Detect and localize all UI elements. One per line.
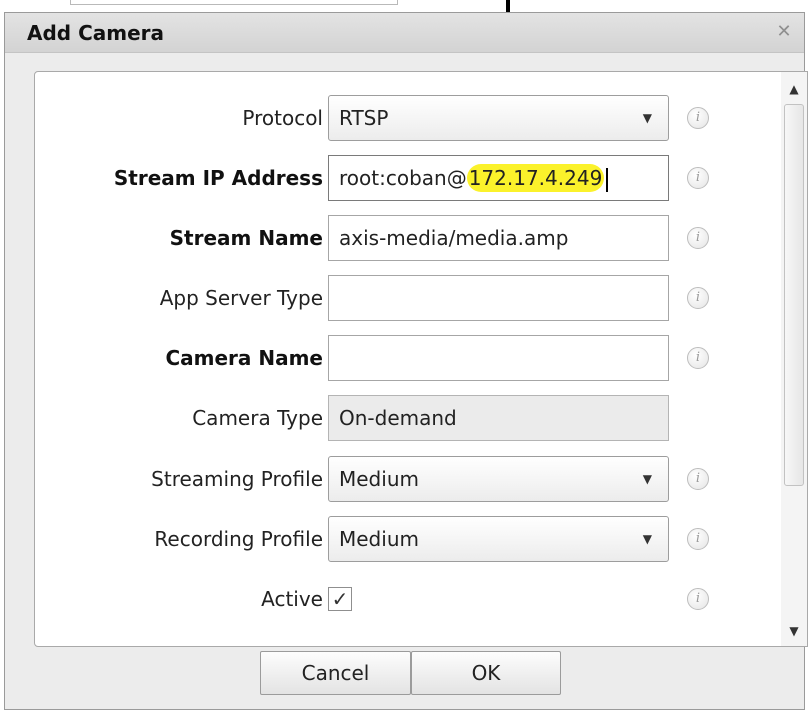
recording-profile-label: Recording Profile <box>154 527 323 551</box>
stream-ip-value-prefix: root:coban@ <box>339 166 467 190</box>
streaming-profile-label: Streaming Profile <box>151 467 323 491</box>
cancel-button[interactable]: Cancel <box>260 651 411 695</box>
row-camera-type: Camera Type On-demand <box>35 395 775 441</box>
checkmark-icon: ✓ <box>331 587 349 611</box>
stream-name-value: axis-media/media.amp <box>339 226 569 250</box>
row-active: Active ✓ i <box>35 576 775 622</box>
streaming-profile-select[interactable]: Medium ▼ <box>328 456 669 502</box>
row-camera-name: Camera Name i <box>35 335 775 381</box>
form-panel: Protocol RTSP ▼ i Stream IP Address root… <box>34 71 808 647</box>
row-protocol: Protocol RTSP ▼ i <box>35 95 775 141</box>
dialog-titlebar: Add Camera ✕ <box>5 13 804 53</box>
info-icon[interactable]: i <box>687 528 709 550</box>
info-icon[interactable]: i <box>687 468 709 490</box>
app-server-type-input[interactable] <box>328 275 669 321</box>
info-icon[interactable]: i <box>687 287 709 309</box>
row-stream-name: Stream Name axis-media/media.amp i <box>35 215 775 261</box>
recording-profile-select[interactable]: Medium ▼ <box>328 516 669 562</box>
background-divider <box>506 0 510 12</box>
background-field <box>70 0 398 5</box>
vertical-scrollbar[interactable]: ▲ ▼ <box>781 72 807 646</box>
scrollbar-thumb[interactable] <box>784 104 804 486</box>
info-icon[interactable]: i <box>687 107 709 129</box>
camera-name-input[interactable] <box>328 335 669 381</box>
stream-ip-value-highlight: 172.17.4.249 <box>466 164 605 192</box>
protocol-select[interactable]: RTSP ▼ <box>328 95 669 141</box>
info-icon[interactable]: i <box>687 227 709 249</box>
close-icon[interactable]: ✕ <box>774 22 794 42</box>
protocol-label: Protocol <box>242 106 323 130</box>
camera-type-value: On-demand <box>339 406 457 430</box>
row-recording-profile: Recording Profile Medium ▼ i <box>35 516 775 562</box>
info-icon[interactable]: i <box>687 167 709 189</box>
active-checkbox[interactable]: ✓ <box>328 587 352 611</box>
chevron-down-icon: ▼ <box>642 532 652 546</box>
stream-name-input[interactable]: axis-media/media.amp <box>328 215 669 261</box>
stream-name-label: Stream Name <box>169 226 323 250</box>
scroll-down-arrow-icon[interactable]: ▼ <box>781 618 807 644</box>
row-stream-ip: Stream IP Address root:coban@ 172.17.4.24… <box>35 155 775 201</box>
text-caret <box>606 167 609 192</box>
camera-name-label: Camera Name <box>165 346 323 370</box>
add-camera-dialog: Add Camera ✕ Protocol RTSP ▼ i Stream IP… <box>4 12 808 710</box>
ok-button[interactable]: OK <box>411 651 561 695</box>
recording-profile-value: Medium <box>339 527 419 551</box>
chevron-down-icon: ▼ <box>642 472 652 486</box>
streaming-profile-value: Medium <box>339 467 419 491</box>
row-streaming-profile: Streaming Profile Medium ▼ i <box>35 456 775 502</box>
row-app-server-type: App Server Type i <box>35 275 775 321</box>
active-label: Active <box>261 587 323 611</box>
stream-ip-label: Stream IP Address <box>113 166 323 190</box>
stream-ip-input[interactable]: root:coban@ 172.17.4.249 <box>328 155 669 201</box>
app-server-type-label: App Server Type <box>159 286 323 310</box>
protocol-value: RTSP <box>339 106 389 130</box>
camera-type-label: Camera Type <box>192 406 323 430</box>
scroll-up-arrow-icon[interactable]: ▲ <box>781 76 807 102</box>
chevron-down-icon: ▼ <box>642 111 652 125</box>
camera-type-field: On-demand <box>328 395 669 441</box>
dialog-title: Add Camera <box>27 21 165 45</box>
info-icon[interactable]: i <box>687 588 709 610</box>
info-icon[interactable]: i <box>687 347 709 369</box>
